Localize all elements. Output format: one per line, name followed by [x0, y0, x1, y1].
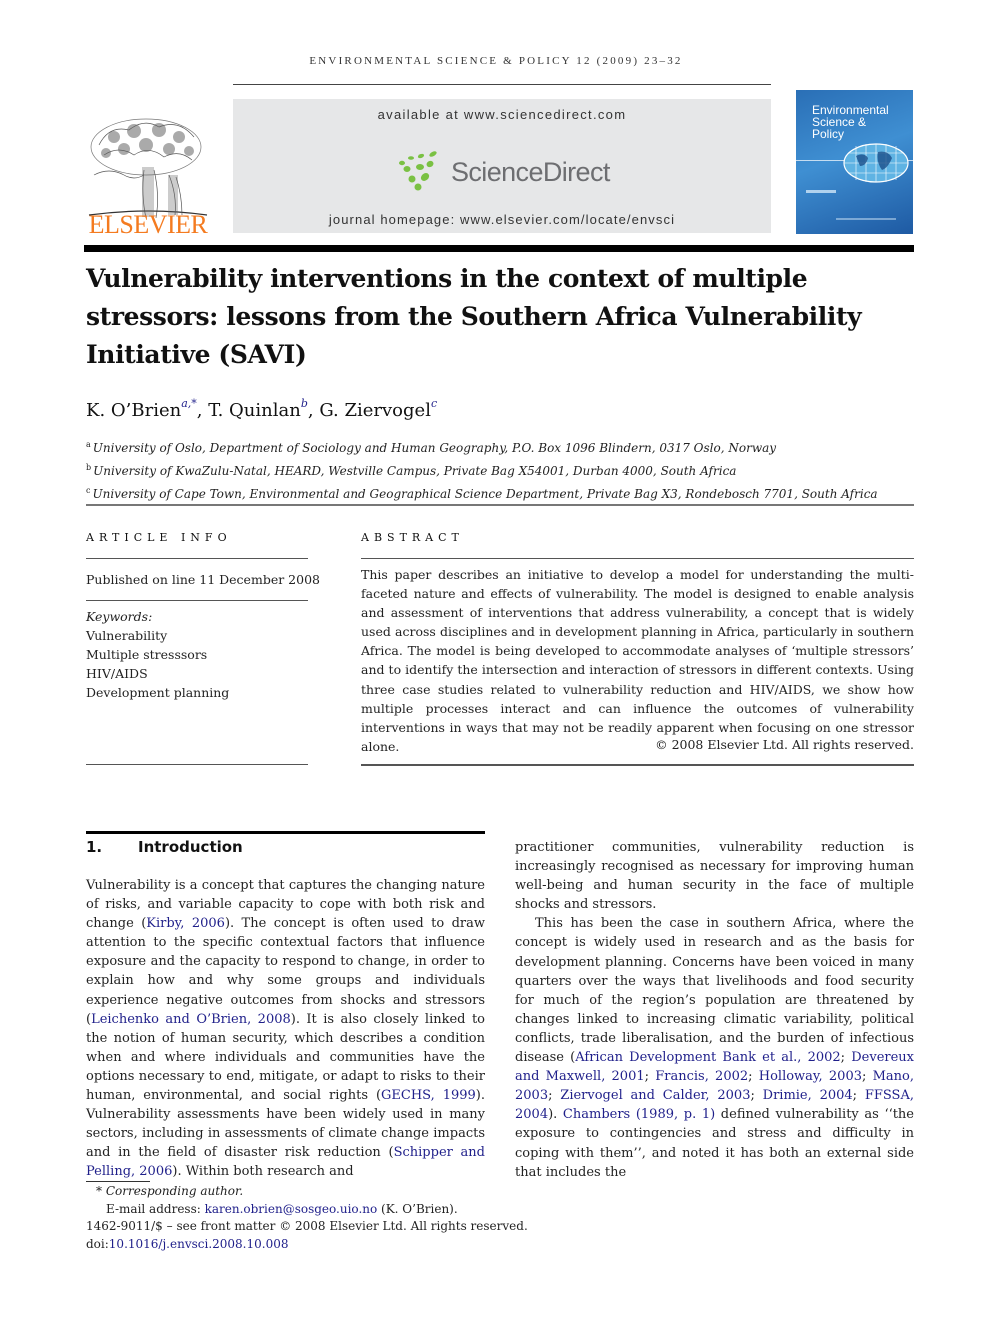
- doi-label: doi:: [86, 1236, 109, 1251]
- article-info-heading: ARTICLE INFO: [86, 531, 232, 544]
- affiliation-text: University of KwaZulu-Natal, HEARD, West…: [93, 464, 737, 478]
- citation-link[interactable]: GECHS, 1999: [381, 1088, 476, 1103]
- sciencedirect-logo-text: ScienceDirect: [451, 157, 610, 187]
- affiliation-item: a University of Oslo, Department of Socio…: [86, 435, 878, 458]
- running-header: ENVIRONMENTAL SCIENCE & POLICY 12 (2009)…: [309, 55, 683, 67]
- footnote-marker: *: [96, 1184, 102, 1198]
- header-rule: [233, 84, 771, 85]
- abstract-rule: [361, 558, 914, 559]
- citation-link[interactable]: Leichenko and O’Brien, 2008: [91, 1012, 291, 1027]
- section-heading: 1. Introduction: [86, 838, 243, 856]
- text-run: ;: [840, 1050, 852, 1066]
- keywords-block: Keywords: Vulnerability Multiple stresss…: [86, 607, 229, 702]
- doi-link[interactable]: 10.1016/j.envsci.2008.10.008: [109, 1237, 289, 1251]
- author-separator: ,: [307, 400, 320, 421]
- affiliation-list: a University of Oslo, Department of Socio…: [86, 435, 878, 504]
- text-run: This has been the case in southern Afric…: [515, 916, 914, 1066]
- globe-icon: [843, 143, 909, 183]
- email-label: E-mail address:: [106, 1201, 205, 1216]
- citation-link[interactable]: Ziervogel and Calder, 2003: [560, 1088, 750, 1103]
- published-date: Published on line 11 December 2008: [86, 572, 320, 587]
- cover-volume-text: [806, 190, 836, 193]
- section-rule: [86, 831, 485, 834]
- affiliation-item: b University of KwaZulu-Natal, HEARD, Wes…: [86, 458, 878, 481]
- paragraph: This has been the case in southern Afric…: [515, 914, 914, 1181]
- email-link[interactable]: karen.obrien@sosgeo.uio.no: [205, 1202, 378, 1216]
- article-info-rule: [86, 600, 308, 601]
- abstract-rule: [361, 764, 914, 766]
- sciencedirect-banner: available at www.sciencedirect.com Scien…: [233, 99, 771, 233]
- author-name: K. O’Brien: [86, 400, 182, 421]
- section-title: Introduction: [138, 838, 243, 856]
- citation-link[interactable]: Drimie, 2004: [763, 1088, 853, 1103]
- keyword: Development planning: [86, 685, 230, 700]
- citation-link[interactable]: Francis, 2002: [655, 1069, 748, 1084]
- corresponding-label: Corresponding author.: [105, 1184, 244, 1198]
- intro-left-column: Vulnerability is a concept that captures…: [86, 876, 485, 1182]
- journal-cover-title: Environmental Science & Policy: [812, 104, 889, 140]
- affiliation-text: University of Oslo, Department of Sociol…: [92, 441, 777, 455]
- citation-link[interactable]: African Development Bank et al., 2002: [575, 1050, 840, 1065]
- email-note: E-mail address: karen.obrien@sosgeo.uio.…: [86, 1201, 528, 1219]
- available-at-link[interactable]: available at www.sciencedirect.com: [233, 107, 771, 122]
- author-name: T. Quinlan: [208, 400, 301, 421]
- abstract-text: This paper describes an initiative to de…: [361, 567, 914, 754]
- author-name: G. Ziervogel: [319, 400, 431, 421]
- text-run: ).: [548, 1107, 563, 1123]
- footnote-rule: [86, 1181, 150, 1182]
- abstract-heading: ABSTRACT: [361, 531, 464, 544]
- citation-link[interactable]: Chambers (1989, p. 1): [563, 1107, 715, 1122]
- text-run: ;: [862, 1069, 873, 1085]
- corresponding-author-note: * Corresponding author.: [86, 1183, 528, 1201]
- article-info-rule: [86, 764, 308, 765]
- author-list: K. O’Briena,*, T. Quinlanb, G. Ziervogel…: [86, 397, 437, 421]
- article-info-rule: [86, 558, 308, 559]
- text-run: ). Within both research and: [172, 1164, 354, 1180]
- section-number: 1.: [86, 838, 103, 856]
- journal-cover: Environmental Science & Policy: [796, 90, 913, 234]
- cover-footer-text: [836, 218, 896, 220]
- affiliation-marker: a: [86, 440, 91, 449]
- citation-link[interactable]: Kirby, 2006: [146, 916, 225, 931]
- journal-homepage-link[interactable]: journal homepage: www.elsevier.com/locat…: [233, 212, 771, 227]
- front-matter-rule: [86, 504, 914, 506]
- keyword: Vulnerability: [86, 628, 168, 643]
- author-affiliation-marker[interactable]: a,*: [181, 397, 197, 410]
- affiliation-text: University of Cape Town, Environmental a…: [92, 487, 878, 501]
- front-matter-note: 1462-9011/$ – see front matter © 2008 El…: [86, 1219, 528, 1233]
- paragraph: practitioner communities, vulnerability …: [515, 840, 914, 913]
- text-run: ). The concept is often used to draw att…: [86, 916, 486, 1027]
- email-suffix: (K. O’Brien).: [377, 1201, 458, 1216]
- paragraph: Vulnerability is a concept that captures…: [86, 876, 485, 1182]
- text-run: ;: [548, 1088, 561, 1104]
- elsevier-wordmark: ELSEVIER: [88, 210, 208, 239]
- text-run: ;: [750, 1088, 763, 1104]
- author-separator: ,: [196, 400, 209, 421]
- keyword: Multiple stresssors: [86, 647, 208, 662]
- cover-title-line: Policy: [812, 127, 845, 141]
- doi-note: doi:10.1016/j.envsci.2008.10.008: [86, 1236, 528, 1254]
- author-affiliation-marker[interactable]: b: [301, 397, 308, 410]
- text-run: ;: [748, 1069, 759, 1085]
- text-run: ;: [644, 1069, 656, 1085]
- keyword: HIV/AIDS: [86, 666, 148, 681]
- citation-link[interactable]: Holloway, 2003: [759, 1069, 862, 1084]
- text-run: ;: [852, 1088, 865, 1104]
- footnotes: * Corresponding author. E-mail address: …: [86, 1183, 528, 1253]
- affiliation-marker: c: [86, 486, 91, 495]
- masthead-rule: [84, 245, 914, 252]
- keywords-label: Keywords:: [86, 609, 153, 624]
- affiliation-marker: b: [86, 463, 92, 472]
- article-title: Vulnerability interventions in the conte…: [86, 264, 862, 369]
- abstract-copyright: © 2008 Elsevier Ltd. All rights reserved…: [655, 737, 914, 752]
- author-affiliation-marker[interactable]: c: [431, 397, 437, 410]
- intro-right-column: practitioner communities, vulnerability …: [515, 838, 914, 1182]
- affiliation-item: c University of Cape Town, Environmental …: [86, 481, 878, 504]
